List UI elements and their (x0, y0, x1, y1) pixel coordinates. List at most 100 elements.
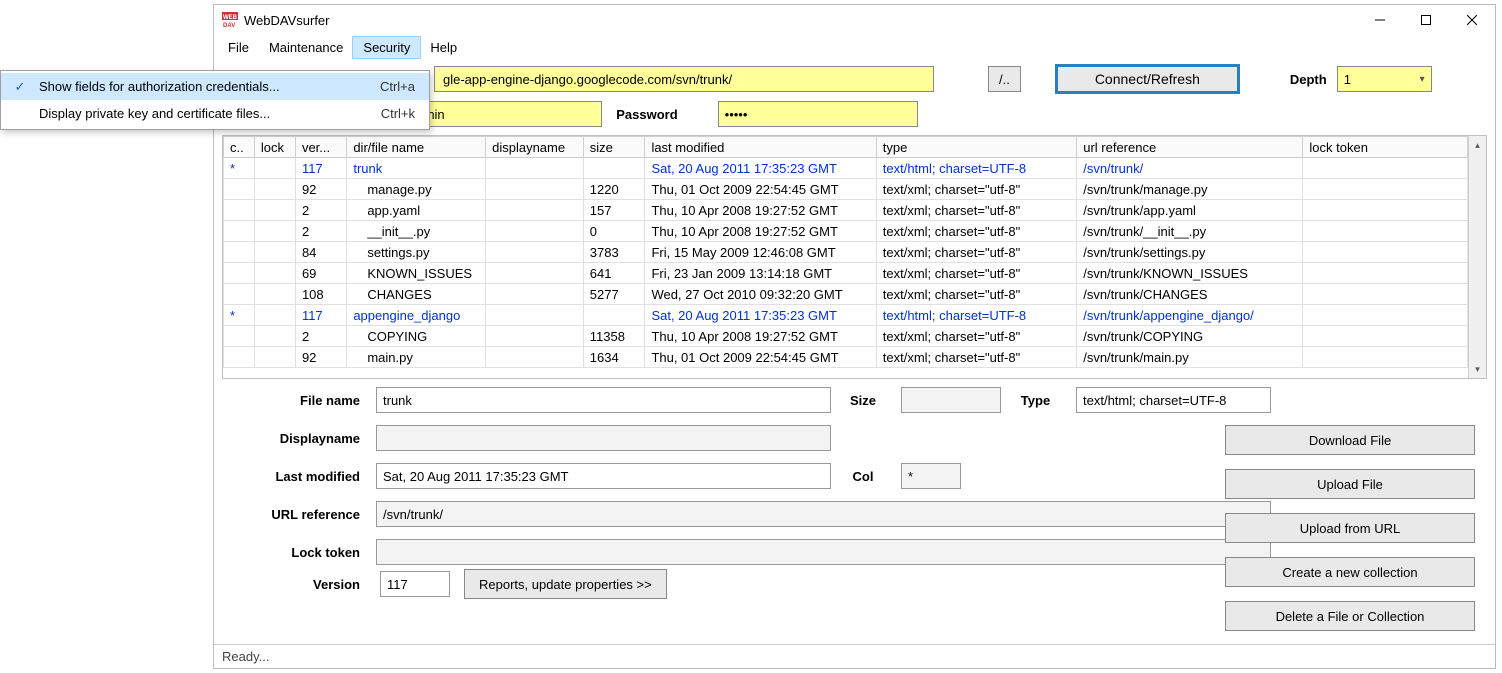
cell-url: /svn/trunk/KNOWN_ISSUES (1077, 263, 1303, 284)
col-sz[interactable]: size (583, 137, 645, 158)
filename-field[interactable] (376, 387, 831, 413)
cell-url: /svn/trunk/ (1077, 158, 1303, 179)
maximize-button[interactable] (1403, 5, 1449, 35)
col-fn[interactable]: dir/file name (347, 137, 486, 158)
col-c[interactable]: c.. (224, 137, 255, 158)
userid-input[interactable] (402, 101, 602, 127)
url-input[interactable] (434, 66, 934, 92)
cell-url: /svn/trunk/appengine_django/ (1077, 305, 1303, 326)
cell-fn: app.yaml (347, 200, 486, 221)
menuitem-show-auth-fields[interactable]: ✓ Show fields for authorization credenti… (1, 73, 429, 100)
vertical-scrollbar[interactable]: ▴ ▾ (1468, 136, 1486, 378)
col-lt[interactable]: lock token (1303, 137, 1468, 158)
cell-lock (254, 326, 295, 347)
table-header-row[interactable]: c.. lock ver... dir/file name displaynam… (224, 137, 1468, 158)
cell-lm: Thu, 01 Oct 2009 22:54:45 GMT (645, 179, 876, 200)
menu-file[interactable]: File (218, 37, 259, 58)
cell-fn: CHANGES (347, 284, 486, 305)
menu-maintenance[interactable]: Maintenance (259, 37, 353, 58)
urlref-field (376, 501, 1271, 527)
cell-ver: 2 (295, 221, 346, 242)
file-table[interactable]: c.. lock ver... dir/file name displaynam… (223, 136, 1468, 368)
status-text: Ready... (222, 649, 269, 664)
menuitem-display-cert-files[interactable]: Display private key and certificate file… (1, 100, 429, 127)
cell-url: /svn/trunk/COPYING (1077, 326, 1303, 347)
cell-lt (1303, 326, 1468, 347)
minimize-button[interactable] (1357, 5, 1403, 35)
cell-dn (486, 179, 584, 200)
cell-lt (1303, 242, 1468, 263)
filename-label: File name (226, 393, 366, 408)
table-row[interactable]: 2app.yaml157Thu, 10 Apr 2008 19:27:52 GM… (224, 200, 1468, 221)
cell-sz: 641 (583, 263, 645, 284)
cell-lt (1303, 284, 1468, 305)
connect-refresh-button[interactable]: Connect/Refresh (1055, 64, 1240, 94)
table-row[interactable]: 69KNOWN_ISSUES641Fri, 23 Jan 2009 13:14:… (224, 263, 1468, 284)
cell-lm: Sat, 20 Aug 2011 17:35:23 GMT (645, 158, 876, 179)
upload-from-url-button[interactable]: Upload from URL (1225, 513, 1475, 543)
cell-url: /svn/trunk/main.py (1077, 347, 1303, 368)
password-label: Password (616, 107, 677, 122)
cell-sz: 5277 (583, 284, 645, 305)
cell-ver: 69 (295, 263, 346, 284)
col-lm[interactable]: last modified (645, 137, 876, 158)
depth-value: 1 (1344, 72, 1351, 87)
cell-fn: trunk (347, 158, 486, 179)
upload-file-button[interactable]: Upload File (1225, 469, 1475, 499)
cell-fn: KNOWN_ISSUES (347, 263, 486, 284)
cell-c (224, 326, 255, 347)
table-row[interactable]: 108CHANGES5277Wed, 27 Oct 2010 09:32:20 … (224, 284, 1468, 305)
col-dn[interactable]: displayname (486, 137, 584, 158)
cell-lock (254, 263, 295, 284)
col-type[interactable]: type (876, 137, 1076, 158)
table-row[interactable]: 84settings.py3783Fri, 15 May 2009 12:46:… (224, 242, 1468, 263)
cell-c (224, 221, 255, 242)
table-row[interactable]: 92manage.py1220Thu, 01 Oct 2009 22:54:45… (224, 179, 1468, 200)
scroll-down-arrow-icon[interactable]: ▾ (1469, 360, 1486, 378)
cell-c (224, 263, 255, 284)
cell-lm: Thu, 01 Oct 2009 22:54:45 GMT (645, 347, 876, 368)
cell-lt (1303, 200, 1468, 221)
cell-sz (583, 158, 645, 179)
col-url[interactable]: url reference (1077, 137, 1303, 158)
cell-lock (254, 158, 295, 179)
delete-button[interactable]: Delete a File or Collection (1225, 601, 1475, 631)
table-row[interactable]: *117trunkSat, 20 Aug 2011 17:35:23 GMTte… (224, 158, 1468, 179)
version-field[interactable] (380, 571, 450, 597)
type-label: Type (1011, 393, 1066, 408)
cell-lm: Thu, 10 Apr 2008 19:27:52 GMT (645, 326, 876, 347)
cell-url: /svn/trunk/settings.py (1077, 242, 1303, 263)
cell-lock (254, 242, 295, 263)
cell-ver: 2 (295, 200, 346, 221)
table-row[interactable]: 2COPYING11358Thu, 10 Apr 2008 19:27:52 G… (224, 326, 1468, 347)
cell-lock (254, 179, 295, 200)
cell-dn (486, 242, 584, 263)
cell-type: text/html; charset=UTF-8 (876, 305, 1076, 326)
table-row[interactable]: 2__init__.py0Thu, 10 Apr 2008 19:27:52 G… (224, 221, 1468, 242)
cell-dn (486, 221, 584, 242)
table-row[interactable]: *117appengine_djangoSat, 20 Aug 2011 17:… (224, 305, 1468, 326)
menu-help[interactable]: Help (420, 37, 467, 58)
download-file-button[interactable]: Download File (1225, 425, 1475, 455)
table-row[interactable]: 92main.py1634Thu, 01 Oct 2009 22:54:45 G… (224, 347, 1468, 368)
cell-c: * (224, 158, 255, 179)
cell-dn (486, 263, 584, 284)
col-ver[interactable]: ver... (295, 137, 346, 158)
col-lock[interactable]: lock (254, 137, 295, 158)
menu-security[interactable]: Security (353, 37, 420, 58)
up-dir-button[interactable]: /.. (988, 66, 1021, 92)
cell-type: text/xml; charset="utf-8" (876, 242, 1076, 263)
type-field[interactable] (1076, 387, 1271, 413)
menubar: File Maintenance Security Help (214, 35, 1495, 59)
close-button[interactable] (1449, 5, 1495, 35)
cell-type: text/xml; charset="utf-8" (876, 326, 1076, 347)
scroll-up-arrow-icon[interactable]: ▴ (1469, 136, 1486, 154)
version-label: Version (226, 577, 366, 592)
lastmod-field[interactable] (376, 463, 831, 489)
depth-select[interactable]: 1 ▾ (1337, 66, 1432, 92)
cell-type: text/xml; charset="utf-8" (876, 221, 1076, 242)
create-collection-button[interactable]: Create a new collection (1225, 557, 1475, 587)
password-input[interactable] (718, 101, 918, 127)
file-listing: c.. lock ver... dir/file name displaynam… (222, 135, 1487, 379)
reports-button[interactable]: Reports, update properties >> (464, 569, 667, 599)
